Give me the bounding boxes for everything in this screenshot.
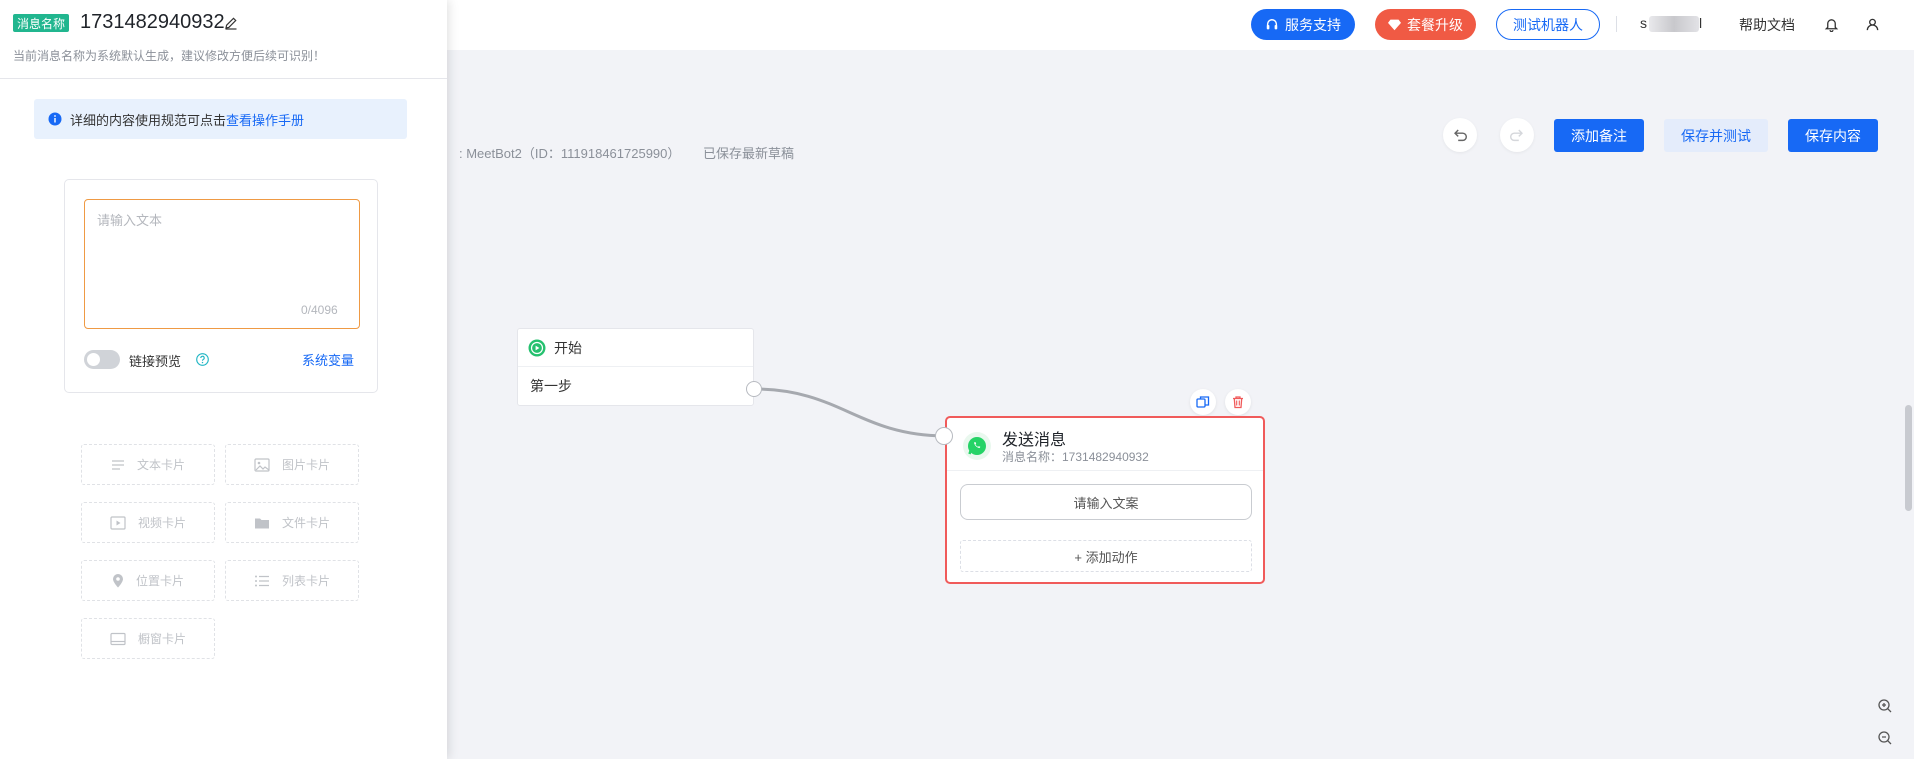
start-step-label: 第一步 (530, 378, 572, 394)
send-message-header: 发送消息 消息名称：1731482940932 (947, 418, 1263, 471)
copy-icon (1196, 396, 1210, 408)
save-status: 已保存最新草稿 (703, 146, 795, 161)
file-card-button[interactable]: 文件卡片 (225, 502, 359, 543)
enter-copy-button[interactable]: 请输入文案 (960, 484, 1252, 520)
list-card-button[interactable]: 列表卡片 (225, 560, 359, 601)
username-last: l (1699, 15, 1703, 31)
file-card-label: 文件卡片 (281, 516, 330, 530)
message-editor-drawer: 消息名称 1731482940932 当前消息名称为系统默认生成，建议修改方便后… (0, 0, 447, 759)
manual-link[interactable]: 查看操作手册 (226, 113, 304, 128)
diamond-icon (1388, 19, 1401, 31)
char-counter: 0/4096 (301, 303, 338, 317)
send-message-node[interactable]: 发送消息 消息名称：1731482940932 请输入文案 + 添加动作 (945, 416, 1265, 584)
text-editor-card: 0/4096 链接预览 系统变量 (64, 179, 378, 393)
add-note-button[interactable]: 添加备注 (1554, 119, 1644, 152)
video-card-label: 视频卡片 (137, 516, 186, 530)
zoom-in-icon[interactable] (1874, 695, 1896, 717)
headset-icon (1266, 18, 1278, 29)
list-icon (254, 575, 269, 586)
showcase-card-button[interactable]: 橱窗卡片 (81, 618, 215, 659)
undo-button[interactable] (1443, 118, 1477, 152)
location-card-label: 位置卡片 (135, 574, 184, 588)
image-card-label: 图片卡片 (281, 458, 330, 472)
redo-button[interactable] (1500, 118, 1534, 152)
username-first: s (1640, 15, 1647, 31)
delete-node-button[interactable] (1225, 389, 1251, 415)
usage-info-prefix: 详细的内容使用规范可点击 (70, 112, 227, 128)
test-bot-button[interactable]: 测试机器人 (1496, 9, 1600, 40)
trash-icon (1233, 396, 1243, 409)
message-name-tag: 消息名称 (13, 14, 70, 32)
edit-name-icon[interactable] (222, 14, 240, 32)
link-preview-label: 链接预览 (129, 354, 182, 369)
test-bot-label: 测试机器人 (1513, 16, 1583, 33)
save-and-test-button[interactable]: 保存并测试 (1664, 119, 1768, 152)
usage-info-banner: 详细的内容使用规范可点击查看操作手册 (34, 99, 407, 139)
text-card-label: 文本卡片 (136, 458, 185, 472)
send-message-title: 发送消息 (1002, 432, 1067, 449)
text-lines-icon (111, 459, 124, 470)
redo-icon (1509, 129, 1523, 142)
play-icon (528, 339, 546, 356)
upgrade-label: 套餐升级 (1407, 16, 1463, 33)
undo-icon (1454, 129, 1468, 142)
add-action-button[interactable]: + 添加动作 (960, 540, 1252, 572)
showcase-icon (110, 632, 126, 645)
support-label: 服务支持 (1285, 16, 1341, 33)
vertical-scrollbar[interactable] (1905, 405, 1912, 511)
location-pin-icon (112, 573, 123, 587)
upgrade-button[interactable]: 套餐升级 (1375, 9, 1476, 40)
usage-info-text: 详细的内容使用规范可点击查看操作手册 (70, 110, 304, 129)
zoom-out-icon[interactable] (1874, 727, 1896, 749)
start-output-port[interactable] (746, 381, 762, 397)
message-name-subtitle: 消息名称：1731482940932 (1002, 450, 1149, 464)
list-card-label: 列表卡片 (281, 574, 330, 588)
username-redaction (1649, 16, 1699, 33)
copy-node-button[interactable] (1190, 389, 1216, 415)
whatsapp-icon (963, 432, 991, 460)
video-icon (110, 515, 126, 530)
video-card-button[interactable]: 视频卡片 (81, 502, 215, 543)
showcase-card-label: 橱窗卡片 (137, 632, 186, 646)
system-variables-link[interactable]: 系统变量 (302, 350, 354, 369)
location-card-button[interactable]: 位置卡片 (81, 560, 215, 601)
header-divider (1616, 16, 1617, 32)
save-content-button[interactable]: 保存内容 (1788, 119, 1878, 152)
info-icon (48, 112, 62, 126)
message-name-value: 1731482940932 (80, 11, 225, 33)
toggle-knob (87, 353, 100, 366)
link-preview-toggle[interactable] (84, 350, 120, 369)
question-icon[interactable] (196, 353, 209, 366)
text-card-button[interactable]: 文本卡片 (81, 444, 215, 485)
start-node-header: 开始 (518, 329, 753, 367)
start-node[interactable]: 开始 第一步 (517, 328, 754, 406)
start-node-title: 开始 (554, 339, 582, 356)
drawer-divider (0, 78, 447, 79)
support-button[interactable]: 服务支持 (1251, 9, 1355, 40)
help-docs-link[interactable]: 帮助文档 (1739, 15, 1795, 35)
username[interactable]: sl (1640, 15, 1703, 33)
image-icon (254, 457, 270, 472)
message-name-hint: 当前消息名称为系统默认生成，建议修改方便后续可识别！ (13, 49, 326, 63)
image-card-button[interactable]: 图片卡片 (225, 444, 359, 485)
bell-icon[interactable] (1821, 14, 1841, 34)
bot-breadcrumb: : MeetBot2（ID：111918461725990） (459, 146, 681, 161)
folder-icon (254, 518, 269, 528)
message-input-port[interactable] (935, 427, 953, 445)
user-icon[interactable] (1862, 14, 1882, 34)
